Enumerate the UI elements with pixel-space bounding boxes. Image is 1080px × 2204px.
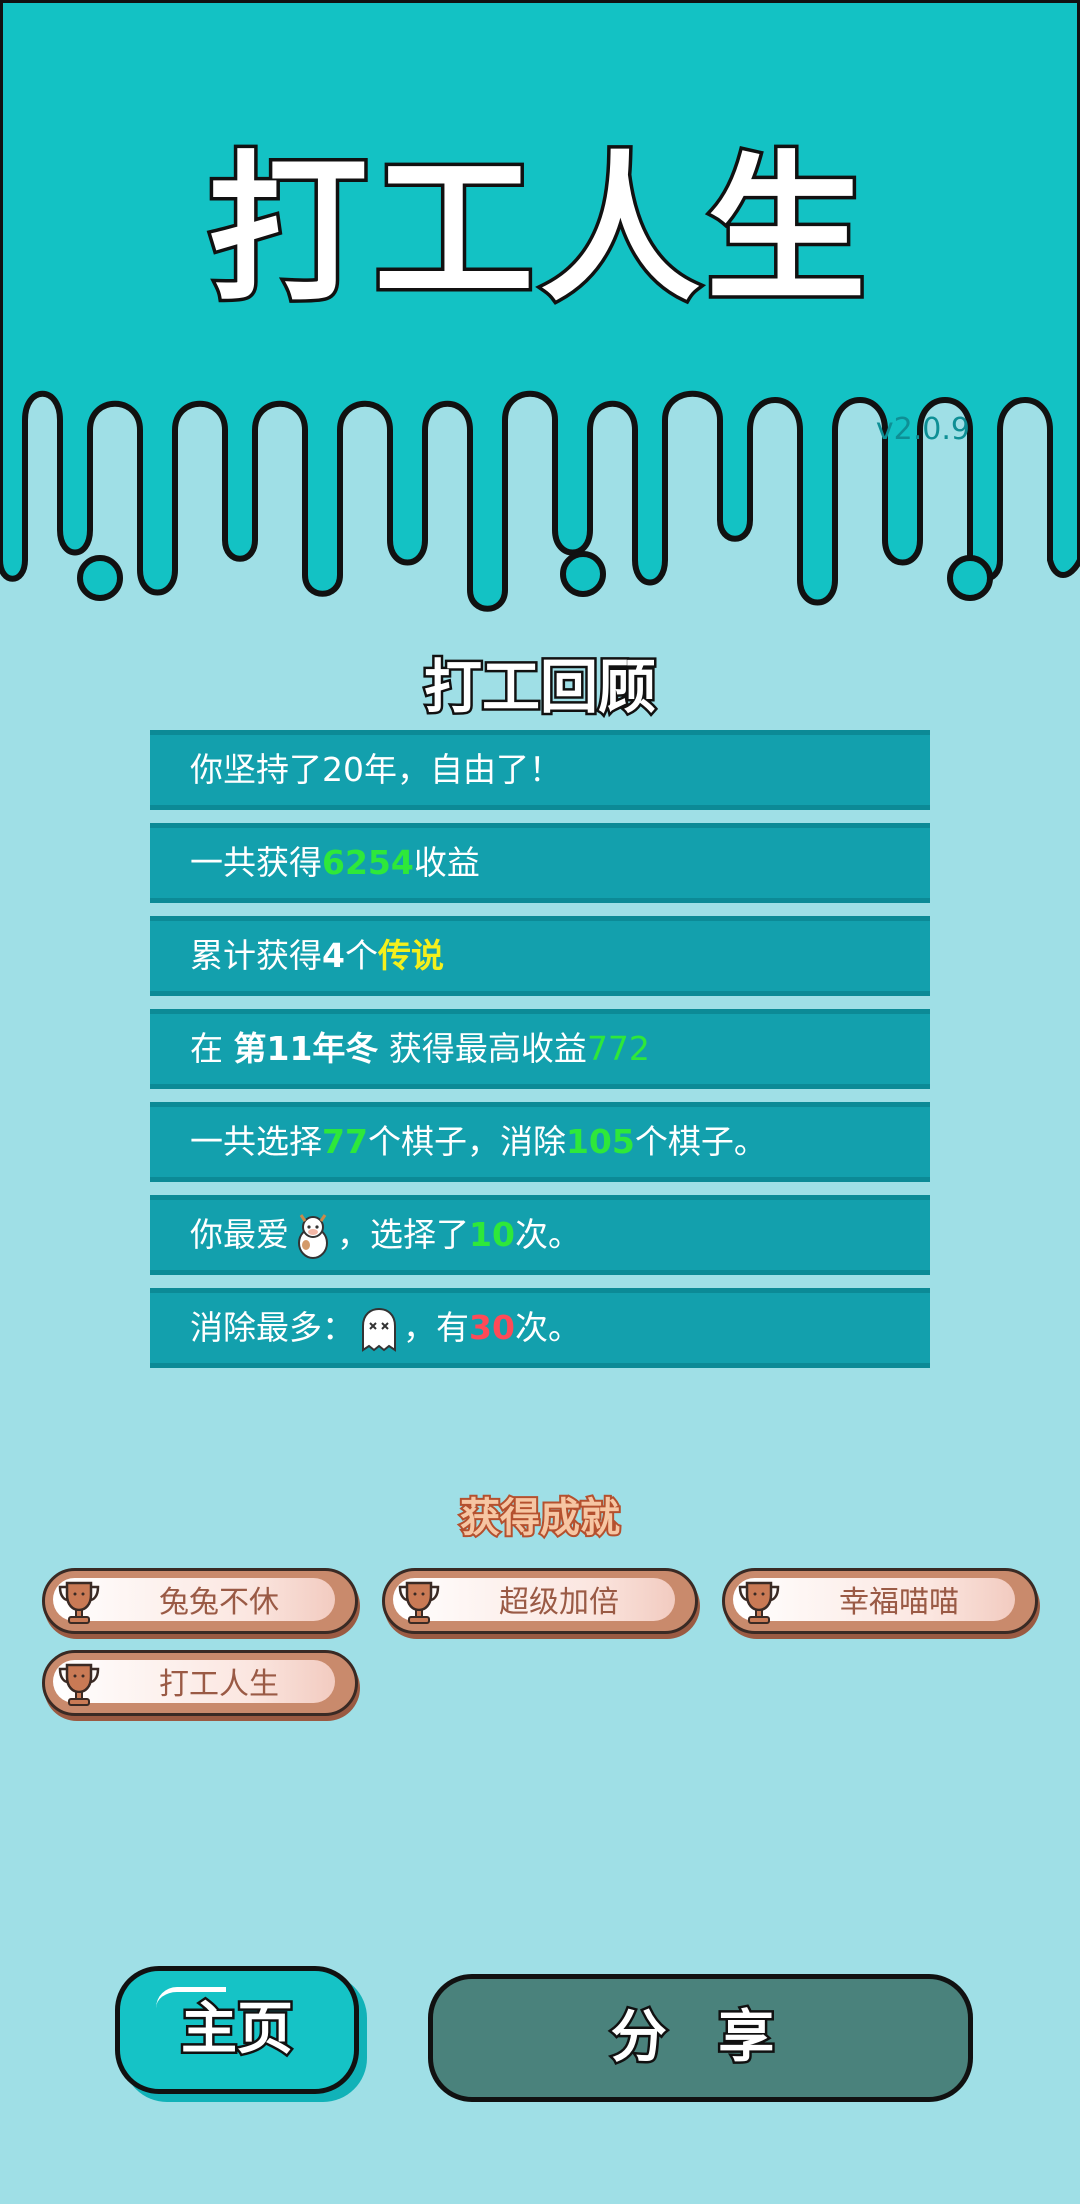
stat-text: 次。 <box>514 1215 581 1254</box>
best-earnings-value: 772 <box>586 1029 650 1068</box>
stat-row-favorite: 你最爱 ，选择了10次。 <box>150 1195 930 1275</box>
stat-text: 你最爱 <box>190 1215 289 1254</box>
legend-count: 4 <box>322 936 345 975</box>
most-removed-count: 30 <box>469 1308 515 1347</box>
stat-text: 累计获得 <box>190 936 322 975</box>
stat-row-pieces: 一共选择77个棋子，消除105个棋子。 <box>150 1102 930 1182</box>
best-season: 第11年冬 <box>233 1029 379 1068</box>
picked-count: 77 <box>322 1122 368 1161</box>
share-button-label: 分 享 <box>608 2003 791 2073</box>
review-stats-list: 你坚持了20年，自由了！ 一共获得6254收益 累计获得4个传说 在 第11年冬… <box>150 730 930 1381</box>
stat-row-most-removed: 消除最多： ，有30次。 <box>150 1288 930 1368</box>
stat-text: 在 <box>190 1029 234 1068</box>
stat-text: 获得最高收益 <box>378 1029 587 1068</box>
stat-row-total-earnings: 一共获得6254收益 <box>150 823 930 903</box>
stat-text: 一共获得 <box>190 843 322 882</box>
achievement-badge[interactable]: 打工人生 <box>42 1650 358 1716</box>
stat-text: 个棋子。 <box>634 1122 767 1161</box>
achievement-badge[interactable]: 超级加倍 <box>382 1568 698 1634</box>
legend-tag: 传说 <box>377 936 444 975</box>
favorite-count: 10 <box>469 1215 515 1254</box>
achievement-badge[interactable]: 幸福喵喵 <box>722 1568 1038 1634</box>
achievement-label: 打工人生 <box>159 1667 279 1702</box>
share-button[interactable]: 分 享 <box>428 1974 973 2102</box>
stat-text: 你坚持了20年，自由了！ <box>190 750 562 789</box>
stat-text: 收益 <box>413 843 480 882</box>
removed-count: 105 <box>565 1122 635 1161</box>
stat-text: ，选择了 <box>337 1215 469 1254</box>
stat-text: 次。 <box>514 1308 581 1347</box>
trophy-icon <box>58 1663 100 1706</box>
stat-text: 消除最多： <box>190 1308 355 1347</box>
achievements-title: 获得成就 <box>458 1493 622 1543</box>
game-title: 打工人生 <box>204 136 872 323</box>
stat-text: 个棋子，消除 <box>367 1122 566 1161</box>
home-button[interactable]: 主页 <box>115 1966 359 2094</box>
trophy-icon <box>398 1581 440 1624</box>
achievement-label: 超级加倍 <box>499 1585 619 1620</box>
stat-row-legends: 累计获得4个传说 <box>150 916 930 996</box>
stat-row-best-season: 在 第11年冬 获得最高收益772 <box>150 1009 930 1089</box>
achievement-badge[interactable]: 兔兔不休 <box>42 1568 358 1634</box>
stat-text: 一共选择 <box>190 1122 322 1161</box>
stat-text: ，有 <box>403 1308 469 1347</box>
ghost-piece-icon <box>362 1307 396 1352</box>
home-button-label: 主页 <box>179 1995 296 2065</box>
cow-piece-icon <box>298 1213 328 1259</box>
stat-row-years: 你坚持了20年，自由了！ <box>150 730 930 810</box>
earnings-value: 6254 <box>322 843 414 882</box>
trophy-icon <box>738 1581 780 1624</box>
trophy-icon <box>58 1581 100 1624</box>
version-label: v2.0.9 <box>875 412 970 447</box>
stat-text: 个 <box>344 936 378 975</box>
achievement-label: 兔兔不休 <box>159 1585 279 1620</box>
achievement-label: 幸福喵喵 <box>839 1585 959 1620</box>
review-title: 打工回顾 <box>421 651 658 724</box>
